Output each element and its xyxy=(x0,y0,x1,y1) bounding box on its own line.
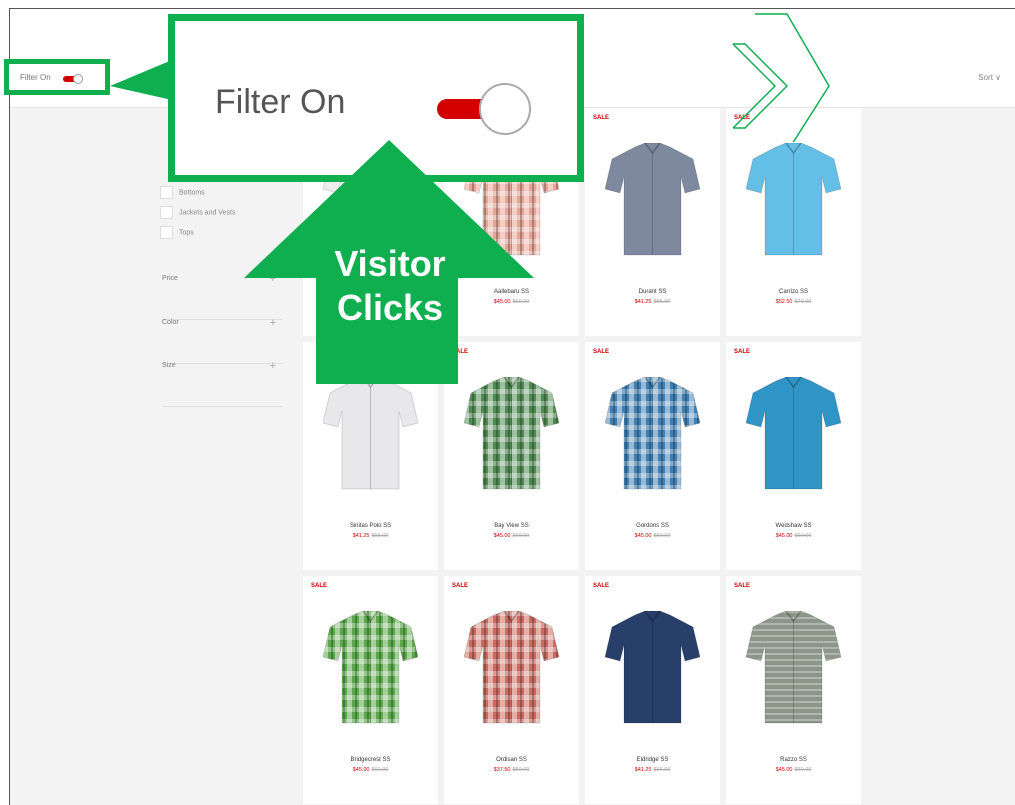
sale-badge: SALE xyxy=(311,583,328,589)
category-jackets-and-vests[interactable]: Jackets and Vests xyxy=(160,206,235,219)
product-name[interactable]: Carrizo SS xyxy=(726,289,861,295)
product-card[interactable]: SALE Eldridge SS $41.25 $55.00 xyxy=(585,576,720,804)
filter-toggle-switch[interactable] xyxy=(63,74,85,84)
sale-price: $41.25 xyxy=(352,533,370,539)
product-image[interactable] xyxy=(605,377,700,492)
product-name[interactable]: Ordisan SS xyxy=(444,757,579,763)
product-name[interactable]: Bridgecrest SS xyxy=(303,757,438,763)
product-card[interactable]: SALE Wedshaw SS $45.00 $60.00 xyxy=(726,342,861,570)
sale-badge: SALE xyxy=(593,583,610,589)
product-image[interactable] xyxy=(323,377,418,492)
original-price: $55.00 xyxy=(653,767,671,773)
category-checkbox[interactable] xyxy=(160,226,173,239)
sale-price: $52.50 xyxy=(775,299,793,305)
sale-price: $45.00 xyxy=(352,767,370,773)
original-price: $60.00 xyxy=(794,767,812,773)
sale-price: $45.00 xyxy=(493,533,511,539)
sale-price: $37.50 xyxy=(493,767,511,773)
product-image[interactable] xyxy=(605,611,700,726)
product-card[interactable]: SALE Durant SS $41.25 $55.00 xyxy=(585,108,720,336)
product-name[interactable]: Bay View SS xyxy=(444,523,579,529)
sale-badge: SALE xyxy=(452,583,469,589)
product-name[interactable]: Sinitas Polo SS xyxy=(303,523,438,529)
original-price: $60.00 xyxy=(371,767,389,773)
facet-label: Size xyxy=(162,362,176,369)
product-image[interactable] xyxy=(323,611,418,726)
sale-badge: SALE xyxy=(734,583,751,589)
sale-price: $45.00 xyxy=(775,533,793,539)
original-price: $55.00 xyxy=(371,533,389,539)
sale-price: $41.25 xyxy=(634,767,652,773)
product-name[interactable]: Eldridge SS xyxy=(585,757,720,763)
facet-label: Price xyxy=(162,275,178,282)
product-price: $45.00 $60.00 xyxy=(585,533,720,539)
sale-badge: SALE xyxy=(593,349,610,355)
product-card[interactable]: SALE Carrizo SS $52.50 $70.00 xyxy=(726,108,861,336)
original-price: $60.00 xyxy=(653,533,671,539)
original-price: $55.00 xyxy=(653,299,671,305)
annotation-line-2: Clicks xyxy=(336,287,444,328)
original-price: $50.00 xyxy=(512,767,530,773)
product-card[interactable]: SALE Gordons SS $45.00 $60.00 xyxy=(585,342,720,570)
original-price: $70.00 xyxy=(794,299,812,305)
product-card[interactable]: SALE Razzo SS $45.00 $60.00 xyxy=(726,576,861,804)
product-price: $45.00 $60.00 xyxy=(303,767,438,773)
category-label: Jackets and Vests xyxy=(179,209,236,217)
product-image[interactable] xyxy=(746,377,841,492)
facet-label: Color xyxy=(162,319,179,326)
product-image[interactable] xyxy=(464,377,559,492)
product-image[interactable] xyxy=(464,611,559,726)
annotation-line-1: Visitor xyxy=(334,243,446,284)
filter-label: Filter On xyxy=(20,73,51,82)
sort-dropdown[interactable]: Sort ∨ xyxy=(978,73,1001,82)
product-price: $41.25 $55.00 xyxy=(303,533,438,539)
product-name[interactable]: Gordons SS xyxy=(585,523,720,529)
sale-price: $45.00 xyxy=(775,767,793,773)
callout-toggle-switch xyxy=(437,83,533,137)
product-price: $52.50 $70.00 xyxy=(726,299,861,305)
category-checkbox[interactable] xyxy=(160,206,173,219)
category-label: Bottoms xyxy=(179,189,205,197)
product-image[interactable] xyxy=(746,611,841,726)
callout-filter-label: Filter On xyxy=(215,83,346,121)
category-bottoms[interactable]: Bottoms xyxy=(160,186,205,199)
toggle-knob xyxy=(73,74,83,84)
product-price: $41.25 $55.00 xyxy=(585,767,720,773)
category-label: Tops xyxy=(179,229,194,237)
product-price: $45.00 $60.00 xyxy=(444,533,579,539)
product-card[interactable]: SALE Ordisan SS $37.50 $50.00 xyxy=(444,576,579,804)
product-price: $45.00 $60.00 xyxy=(726,533,861,539)
category-checkbox[interactable] xyxy=(160,186,173,199)
product-price: $41.25 $55.00 xyxy=(585,299,720,305)
chevrons-icon xyxy=(732,13,830,142)
sale-badge: SALE xyxy=(593,115,610,121)
filter-toggle-control[interactable]: Filter On xyxy=(4,59,110,95)
product-name[interactable]: Razzo SS xyxy=(726,757,861,763)
callout-toggle-knob xyxy=(479,83,531,135)
original-price: $60.00 xyxy=(512,533,530,539)
original-price: $60.00 xyxy=(794,533,812,539)
product-image[interactable] xyxy=(746,143,841,258)
sale-badge: SALE xyxy=(734,349,751,355)
category-tops[interactable]: Tops xyxy=(160,226,194,239)
product-image[interactable] xyxy=(605,143,700,258)
product-price: $45.00 $60.00 xyxy=(726,767,861,773)
sale-price: $41.25 xyxy=(634,299,652,305)
product-price: $37.50 $50.00 xyxy=(444,767,579,773)
sale-price: $45.00 xyxy=(634,533,652,539)
visitor-clicks-label: Visitor Clicks xyxy=(320,242,460,330)
product-name[interactable]: Durant SS xyxy=(585,289,720,295)
product-name[interactable]: Wedshaw SS xyxy=(726,523,861,529)
product-card[interactable]: SALE Bridgecrest SS $45.00 $60.00 xyxy=(303,576,438,804)
